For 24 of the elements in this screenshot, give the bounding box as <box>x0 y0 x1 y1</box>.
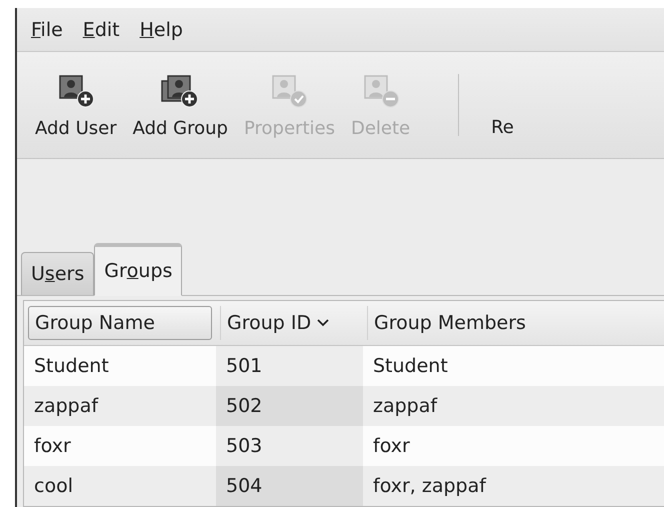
table-cell: 504 <box>216 466 363 506</box>
toolbar-button[interactable]: Add Group <box>124 68 236 143</box>
table-cell-text: zappaf <box>33 394 100 419</box>
table-cell-text: foxr <box>372 434 411 459</box>
table-cell-text: Student <box>372 354 449 379</box>
table-cell: 502 <box>216 386 363 426</box>
menu-item[interactable]: File <box>23 14 71 45</box>
column-header[interactable]: Group Members <box>367 306 661 340</box>
toolbar-button[interactable]: Add User <box>27 68 125 143</box>
toolbar-button[interactable]: Re <box>483 113 522 142</box>
sort-down-icon <box>317 318 330 327</box>
table-cell-text: Student <box>33 354 110 379</box>
column-header[interactable]: Group Name <box>28 306 212 340</box>
tab[interactable]: Users <box>21 252 94 295</box>
column-header[interactable]: Group ID <box>220 306 359 340</box>
tab[interactable]: Groups <box>94 242 182 296</box>
menu-item[interactable]: Help <box>132 14 191 45</box>
table-cell-text: foxr, zappaf <box>372 474 488 499</box>
table-cell: 503 <box>216 426 363 466</box>
menu-item[interactable]: Edit <box>74 14 128 45</box>
table-cell: 501 <box>216 346 363 386</box>
table-cell-text: cool <box>33 474 74 499</box>
table-cell-text: zappaf <box>372 394 438 419</box>
table-cell-text: foxr <box>33 434 72 459</box>
